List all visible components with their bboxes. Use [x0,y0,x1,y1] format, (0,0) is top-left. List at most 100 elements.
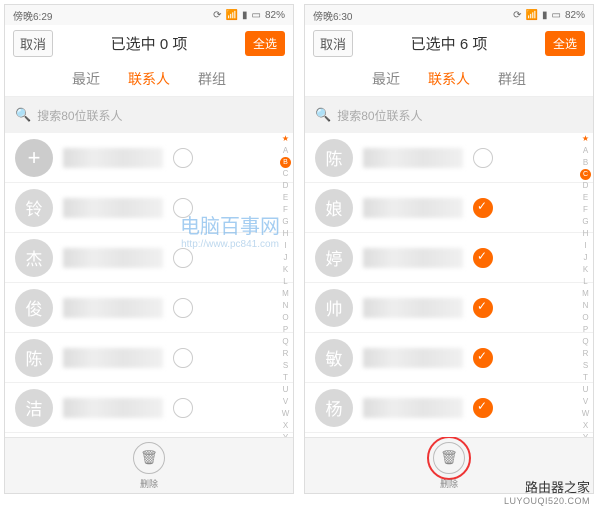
delete-button[interactable]: 🗑 [133,442,165,474]
alpha-index[interactable]: ★ABCDEFGHIJKLMNOPQRSTUVWXYZ [580,133,591,437]
contact-row[interactable]: 帅 [305,283,593,333]
alpha-letter[interactable]: H [283,228,289,240]
alpha-letter[interactable]: S [583,360,588,372]
alpha-letter[interactable]: A [283,145,288,157]
alpha-letter[interactable]: L [583,276,587,288]
alpha-letter[interactable]: ★ [582,133,589,145]
contact-row[interactable]: 俊 [5,283,293,333]
alpha-letter[interactable]: Q [282,336,288,348]
alpha-letter[interactable]: N [283,300,289,312]
alpha-letter[interactable]: C [283,168,289,180]
alpha-letter[interactable]: W [282,408,290,420]
alpha-letter[interactable]: T [283,372,288,384]
alpha-letter[interactable]: S [283,360,288,372]
contact-name-blurred [63,298,163,318]
alpha-letter[interactable]: D [283,180,289,192]
alpha-letter[interactable]: B [583,157,588,169]
alpha-letter[interactable]: P [283,324,288,336]
checkbox[interactable] [173,348,193,368]
alpha-letter[interactable]: F [583,204,588,216]
delete-label: 删除 [440,477,458,490]
alpha-letter[interactable]: G [282,216,288,228]
alpha-letter[interactable]: K [583,264,588,276]
checkbox[interactable] [173,198,193,218]
tab-recent[interactable]: 最近 [72,69,100,89]
alpha-letter[interactable]: U [283,384,289,396]
checkbox[interactable] [173,248,193,268]
alpha-letter[interactable]: E [583,192,588,204]
checkbox[interactable] [473,298,493,318]
alpha-index[interactable]: ★ABCDEFGHIJKLMNOPQRSTUVWXYZ [280,133,291,437]
checkbox[interactable] [473,398,493,418]
alpha-letter[interactable]: J [584,252,588,264]
alpha-letter[interactable]: X [283,420,288,432]
alpha-letter[interactable]: A [583,145,588,157]
alpha-letter[interactable]: M [282,288,289,300]
checkbox[interactable] [173,398,193,418]
checkbox[interactable] [473,348,493,368]
alpha-letter[interactable]: P [583,324,588,336]
checkbox[interactable] [473,248,493,268]
alpha-letter[interactable]: R [583,348,589,360]
contact-row[interactable]: 婷 [305,233,593,283]
contact-row[interactable]: + [5,133,293,183]
alpha-letter[interactable]: G [582,216,588,228]
alpha-letter[interactable]: V [583,396,588,408]
tab-groups[interactable]: 群组 [498,69,526,89]
alpha-letter[interactable]: O [282,312,288,324]
alpha-letter[interactable]: X [583,420,588,432]
checkbox[interactable] [173,298,193,318]
contact-row[interactable]: 敏 [305,333,593,383]
alpha-letter[interactable]: V [283,396,288,408]
alpha-letter[interactable]: L [283,276,287,288]
contact-row[interactable]: 杰 [5,233,293,283]
alpha-letter[interactable]: T [583,372,588,384]
tab-groups[interactable]: 群组 [198,69,226,89]
contact-row[interactable]: 洁 [5,383,293,433]
alpha-letter[interactable]: R [283,348,289,360]
checkbox[interactable] [473,148,493,168]
tabs: 最近 联系人 群组 [5,61,293,97]
search-bar[interactable]: 🔍 搜索80位联系人 [305,97,593,133]
contact-row[interactable]: 铃 [5,183,293,233]
alpha-letter[interactable]: K [283,264,288,276]
alpha-letter[interactable]: E [283,192,288,204]
delete-button[interactable]: 🗑 [433,442,465,474]
contact-row[interactable]: 圆 [305,433,593,437]
alpha-letter[interactable]: N [583,300,589,312]
alpha-letter[interactable]: O [582,312,588,324]
alpha-letter[interactable]: M [582,288,589,300]
checkbox[interactable] [173,148,193,168]
alpha-letter[interactable]: I [584,240,586,252]
select-all-button[interactable]: 全选 [545,31,585,56]
contact-row[interactable]: 卓 [5,433,293,437]
contact-row[interactable]: 杨 [305,383,593,433]
contact-row[interactable]: 娘 [305,183,593,233]
alpha-letter[interactable]: ★ [282,133,289,145]
alpha-letter[interactable]: J [284,252,288,264]
alpha-letter[interactable]: Q [582,336,588,348]
tab-recent[interactable]: 最近 [372,69,400,89]
tab-contacts[interactable]: 联系人 [128,69,170,89]
alpha-letter[interactable]: U [583,384,589,396]
alpha-letter[interactable]: W [582,408,590,420]
status-time: 傍晚6:29 [13,8,52,23]
alpha-letter[interactable]: D [583,180,589,192]
battery-icon: ▭ [552,10,561,21]
search-placeholder: 搜索80位联系人 [337,107,422,124]
search-bar[interactable]: 🔍 搜索80位联系人 [5,97,293,133]
contact-row[interactable]: 陈 [305,133,593,183]
cancel-button[interactable]: 取消 [13,30,53,57]
contact-row[interactable]: 陈 [5,333,293,383]
alpha-letter[interactable]: Y [583,432,588,437]
alpha-letter[interactable]: B [280,157,291,168]
alpha-letter[interactable]: I [284,240,286,252]
tab-contacts[interactable]: 联系人 [428,69,470,89]
alpha-letter[interactable]: H [583,228,589,240]
cancel-button[interactable]: 取消 [313,30,353,57]
alpha-letter[interactable]: C [580,169,591,180]
checkbox[interactable] [473,198,493,218]
select-all-button[interactable]: 全选 [245,31,285,56]
alpha-letter[interactable]: F [283,204,288,216]
alpha-letter[interactable]: Y [283,432,288,437]
